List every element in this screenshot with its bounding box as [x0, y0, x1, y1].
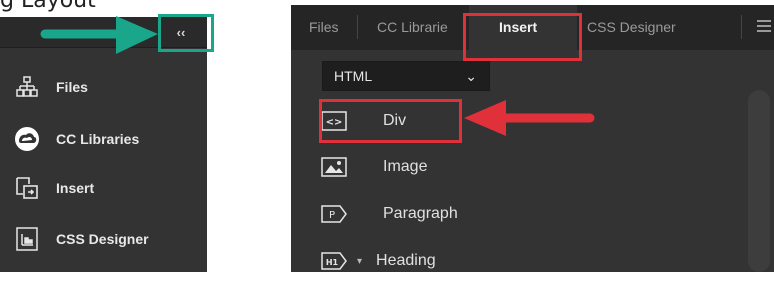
- insert-tab-highlight-box: [463, 13, 582, 61]
- category-value: HTML: [334, 68, 373, 84]
- panel-menu-icon[interactable]: [757, 20, 771, 32]
- paragraph-icon: P: [320, 203, 348, 225]
- heading-icon: H1: [320, 250, 348, 272]
- dock-item-css-designer[interactable]: CSS Designer: [0, 217, 207, 261]
- chevron-down-icon: ⌄: [465, 67, 477, 84]
- insert-item-heading[interactable]: H1 ▾ Heading: [291, 239, 731, 283]
- dock-item-label: Insert: [56, 180, 95, 196]
- image-icon: [320, 156, 348, 178]
- red-arrow-icon: [464, 100, 595, 136]
- heading-icon-glyph: H1: [326, 258, 339, 267]
- green-arrow-icon: [40, 16, 158, 54]
- dock-item-insert[interactable]: Insert: [0, 166, 207, 210]
- dock-item-label: CC Libraries: [56, 131, 140, 147]
- tab-cc-libraries[interactable]: CC Librarie: [367, 5, 458, 50]
- tab-files[interactable]: Files: [299, 5, 349, 50]
- tab-divider: [741, 15, 742, 39]
- div-item-highlight-box: [319, 99, 462, 143]
- dock-item-cc-libraries[interactable]: CC Libraries: [0, 117, 207, 161]
- dock-item-label: Files: [56, 79, 88, 95]
- files-tree-icon: [12, 72, 42, 102]
- css-designer-icon: [12, 224, 42, 254]
- caret-down-icon[interactable]: ▾: [357, 256, 362, 267]
- tab-divider: [357, 15, 358, 39]
- paragraph-icon-glyph: P: [329, 210, 335, 221]
- cc-libraries-icon: [12, 124, 42, 154]
- dock-item-label: CSS Designer: [56, 231, 149, 247]
- insert-icon: [12, 173, 42, 203]
- dock-item-files[interactable]: Files: [0, 65, 207, 109]
- tab-css-designer[interactable]: CSS Designer: [577, 5, 686, 50]
- category-dropdown[interactable]: HTML ⌄: [322, 61, 490, 91]
- insert-item-label: Heading: [376, 252, 436, 269]
- scrollbar-track[interactable]: [748, 90, 770, 272]
- collapse-button-highlight-box: [158, 14, 214, 52]
- insert-item-label: Image: [383, 158, 428, 175]
- insert-item-image[interactable]: Image: [291, 145, 731, 189]
- insert-item-paragraph[interactable]: P Paragraph: [291, 192, 731, 236]
- insert-item-label: Paragraph: [383, 205, 458, 222]
